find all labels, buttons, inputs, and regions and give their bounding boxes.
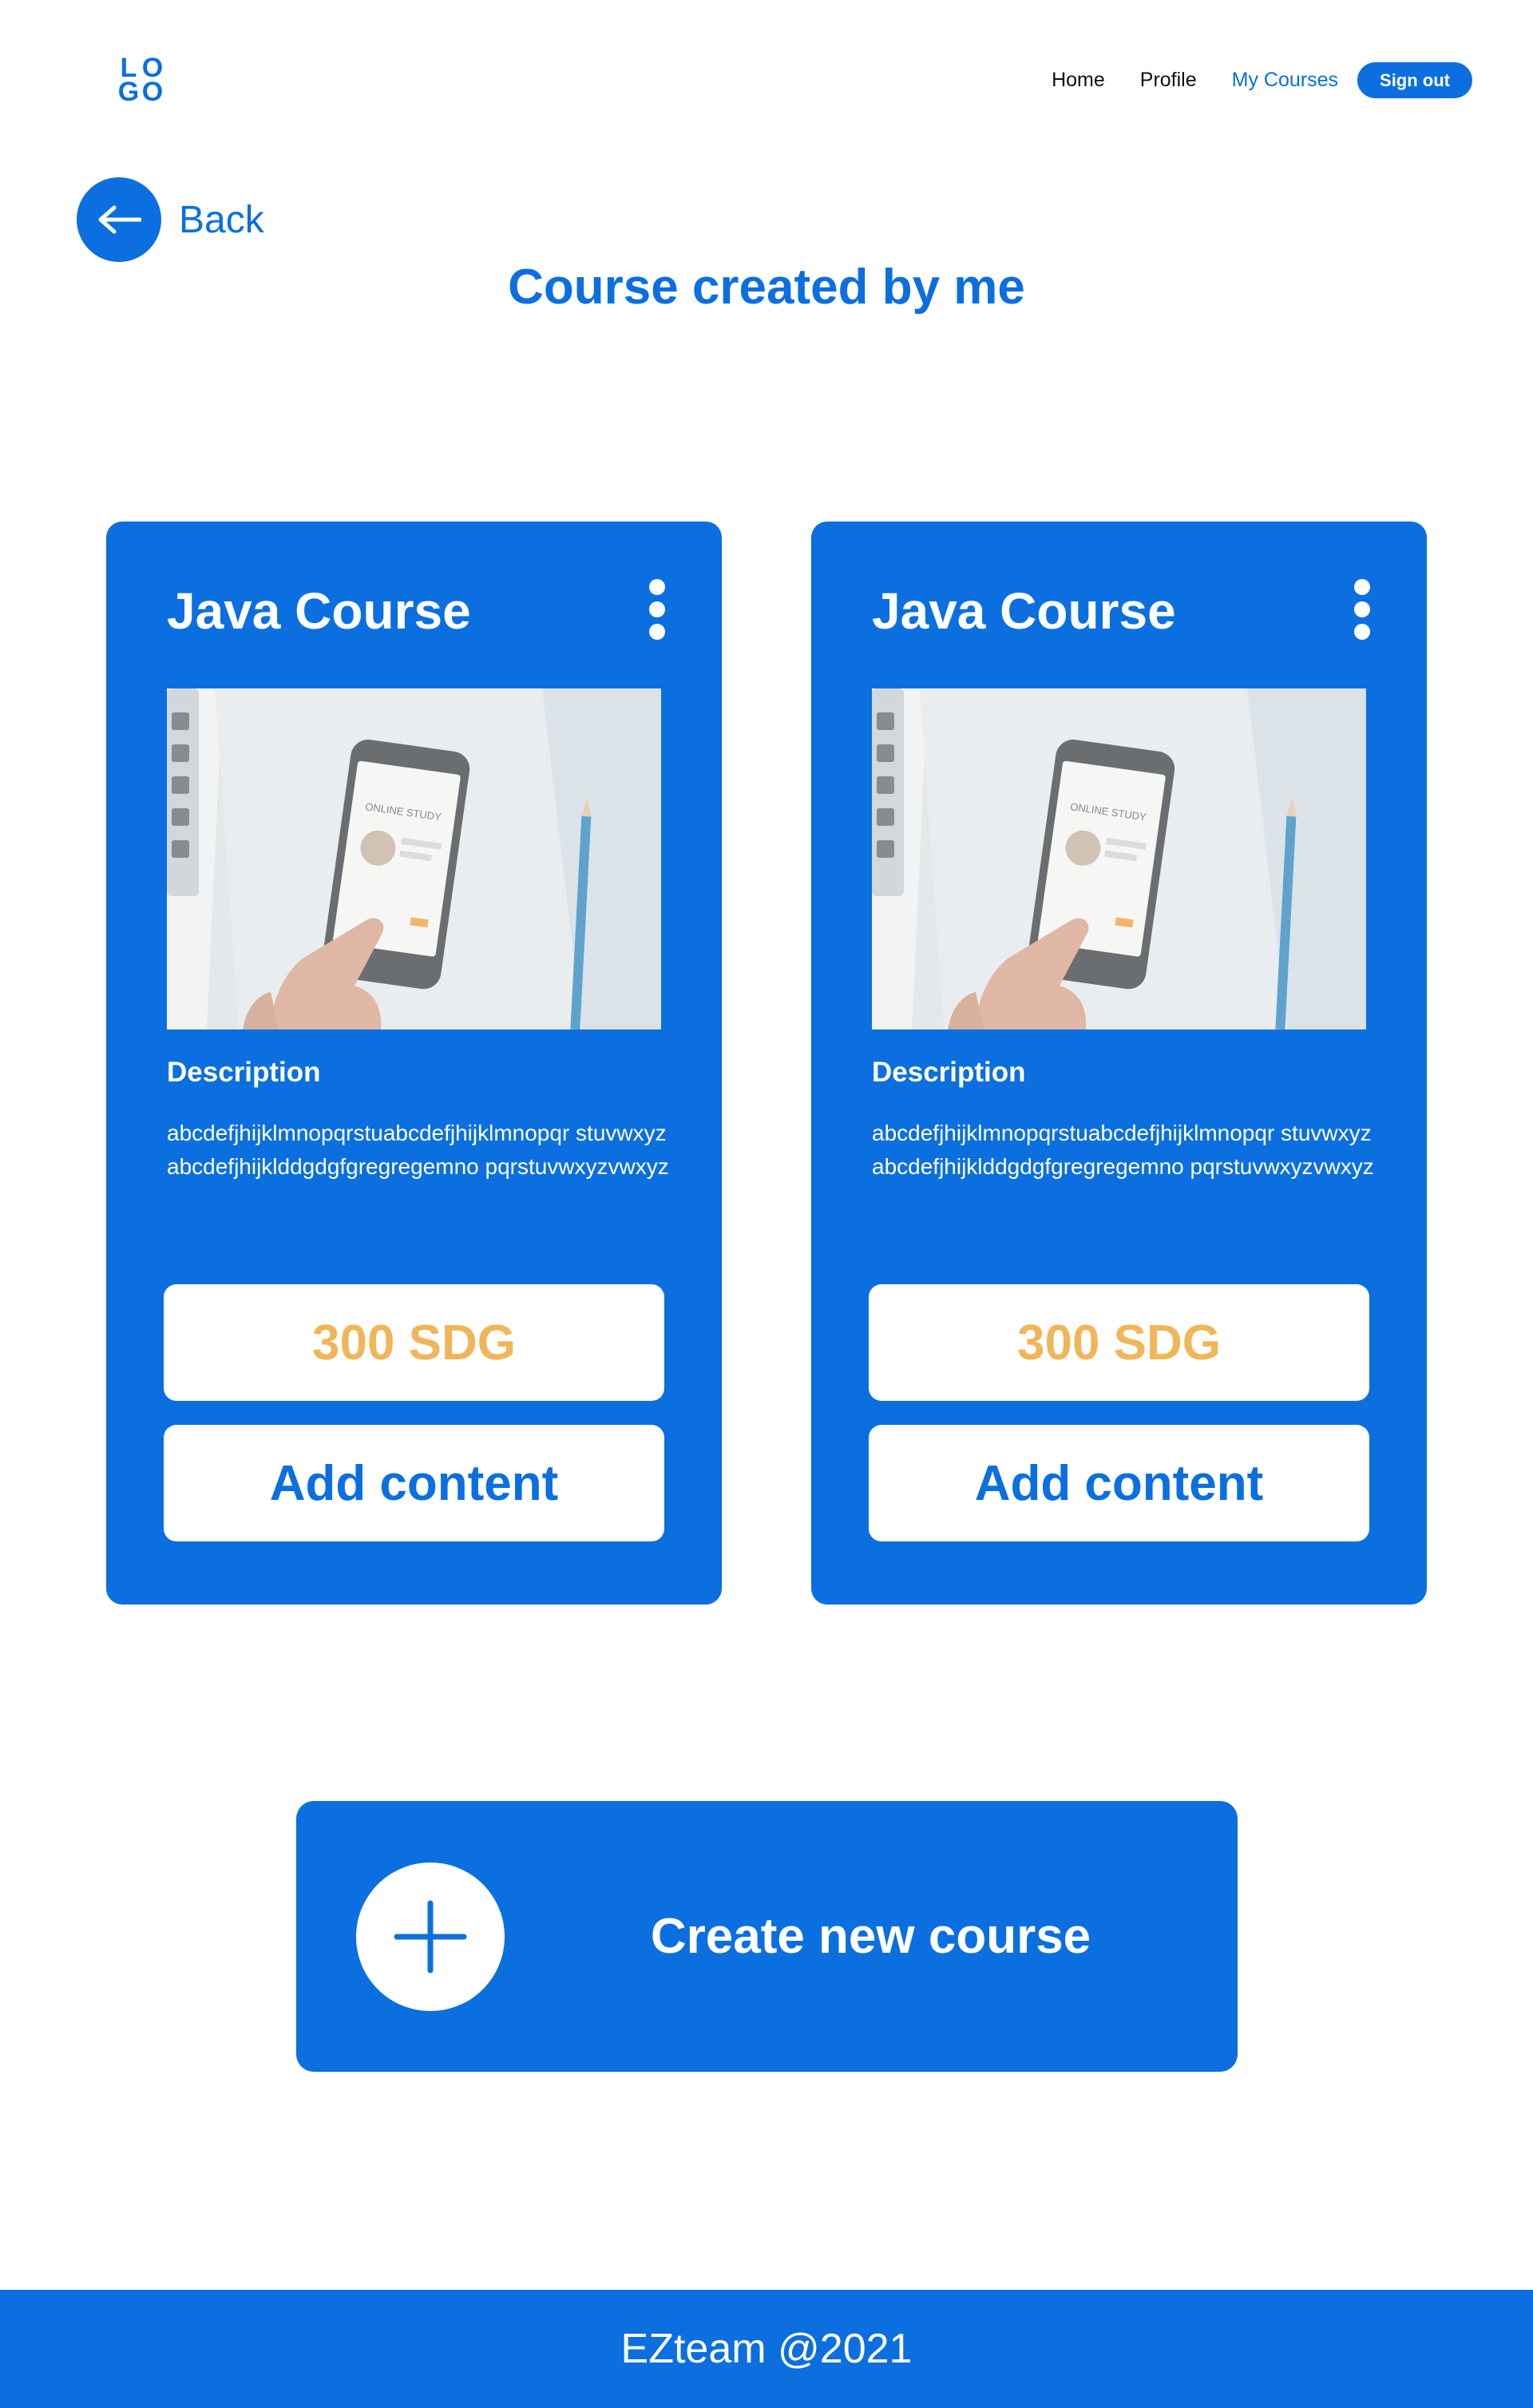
more-vertical-icon[interactable] <box>1353 579 1372 640</box>
course-title: Java Course <box>167 582 471 640</box>
course-card: Java Course ONLINE STUDY Description abc… <box>106 522 722 1605</box>
footer: EZteam @2021 <box>0 2290 1533 2408</box>
create-course-label[interactable]: Create new course <box>552 1801 1238 2072</box>
create-course-button[interactable]: Create new course <box>296 1801 1238 2072</box>
plus-icon <box>394 1900 467 1974</box>
add-content-button[interactable]: Add content <box>869 1425 1369 1541</box>
back-button[interactable]: Back <box>77 177 264 262</box>
description-text: abcdefjhijklmnopqrstuabcdefjhijklmnopqr … <box>872 1121 1374 1179</box>
nav-my-courses[interactable]: My Courses <box>1232 69 1338 92</box>
top-nav: Home Profile My Courses Sign out <box>1016 62 1472 98</box>
logo-letter: O <box>141 77 164 107</box>
nav-profile[interactable]: Profile <box>1140 69 1197 92</box>
add-content-button[interactable]: Add content <box>164 1425 664 1541</box>
price-badge: 300 SDG <box>869 1284 1369 1401</box>
back-circle[interactable] <box>77 177 161 262</box>
logo-letter: G <box>117 77 140 107</box>
course-title: Java Course <box>872 582 1176 640</box>
arrow-left-icon <box>98 205 141 234</box>
page-title: Course created by me <box>508 260 1025 315</box>
price-badge: 300 SDG <box>164 1284 664 1401</box>
course-thumbnail: ONLINE STUDY <box>872 688 1366 1029</box>
description-title: Description <box>872 1057 1026 1088</box>
description-text: abcdefjhijklmnopqrstuabcdefjhijklmnopqr … <box>167 1121 669 1179</box>
back-label[interactable]: Back <box>179 198 264 242</box>
more-vertical-icon[interactable] <box>648 579 667 640</box>
footer-text: EZteam @2021 <box>620 2326 913 2372</box>
description-title: Description <box>167 1057 321 1088</box>
create-circle[interactable] <box>356 1863 505 2011</box>
logo[interactable]: L O G O <box>117 54 164 107</box>
course-thumbnail: ONLINE STUDY <box>167 688 661 1029</box>
sign-out-button[interactable]: Sign out <box>1357 62 1472 98</box>
nav-home[interactable]: Home <box>1052 69 1105 92</box>
course-card: Java Course ONLINE STUDY Description abc… <box>811 522 1427 1605</box>
